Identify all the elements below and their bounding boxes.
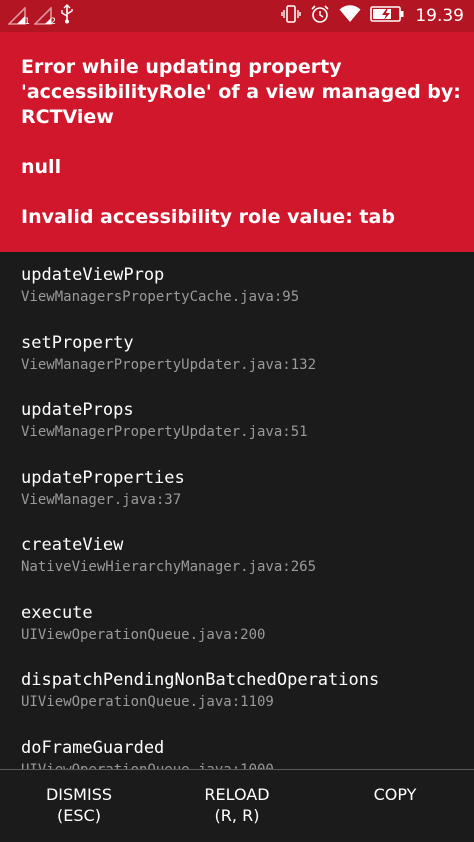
stack-frame-method: updateProps [21,400,134,420]
stack-frame[interactable]: updateViewProp ViewManagersPropertyCache… [21,264,299,308]
dismiss-button-shortcut: (ESC) [57,806,101,825]
status-bar-right: 19.39 [281,4,464,28]
dismiss-button-label: DISMISS [45,785,113,804]
stack-frame[interactable]: dispatchPendingNonBatchedOperations UIVi… [21,669,379,713]
error-title-line-2: 'accessibilityRole' of a view managed by… [21,81,461,103]
alarm-icon [310,4,330,28]
reload-button[interactable]: RELOAD (R, R) [158,784,316,826]
vibrate-icon [281,4,302,28]
error-title-line-1: Error while updating property [21,56,342,78]
stack-frame-location: ViewManagersPropertyCache.java:95 [21,289,300,305]
stack-frame-method: doFrameGuarded [21,738,165,758]
signal-icon: 1 [8,7,30,27]
stack-frame-method: createView [21,535,124,555]
stack-frame-method: setProperty [21,333,134,353]
wifi-icon [339,5,361,27]
signal-icon: 2 [34,7,56,27]
stack-frame-location: ViewManager.java:37 [21,492,182,508]
usb-icon [60,4,74,28]
stack-frame-location: ViewManagerPropertyUpdater.java:51 [21,424,308,440]
status-bar-left: 1 2 [8,4,74,28]
stack-frame-method: execute [21,603,93,623]
dismiss-button[interactable]: DISMISS (ESC) [0,784,158,826]
copy-button-label: COPY [373,785,417,804]
error-header: Error while updating property 'accessibi… [0,32,474,252]
stack-frame[interactable]: createView NativeViewHierarchyManager.ja… [21,534,316,578]
copy-button[interactable]: COPY [316,784,474,805]
battery-charging-icon [370,6,404,26]
status-clock: 19.39 [415,6,464,26]
error-value: null [21,156,62,178]
stack-frame-location: NativeViewHierarchyManager.java:265 [21,559,317,575]
sim-1-label: 1 [24,17,30,27]
error-message: Invalid accessibility role value: tab [21,206,395,228]
reload-button-label: RELOAD [204,785,270,804]
stack-frame-location: ViewManagerPropertyUpdater.java:132 [21,357,317,373]
sim-2-label: 2 [50,17,56,27]
stack-frame[interactable]: doFrameGuarded UIViewOperationQueue.java… [21,737,274,769]
reload-button-shortcut: (R, R) [214,806,260,825]
stack-frame-method: updateViewProp [21,265,165,285]
stack-trace[interactable]: updateViewProp ViewManagersPropertyCache… [0,252,474,769]
stack-frame[interactable]: execute UIViewOperationQueue.java:200 [21,602,265,646]
stack-frame-method: updateProperties [21,468,185,488]
stack-frame[interactable]: updateProperties ViewManager.java:37 [21,467,185,511]
stack-frame[interactable]: updateProps ViewManagerPropertyUpdater.j… [21,399,308,443]
button-bar: DISMISS (ESC) RELOAD (R, R) COPY [0,769,474,842]
stack-frame-method: dispatchPendingNonBatchedOperations [21,670,380,690]
stack-frame-location: UIViewOperationQueue.java:1000 [21,759,274,769]
error-title-line-3: RCTView [21,106,114,128]
status-bar: 1 2 19.39 [0,0,474,32]
redbox-error-screen: 1 2 19.39 Error while updating property … [0,0,474,842]
stack-frame[interactable]: setProperty ViewManagerPropertyUpdater.j… [21,332,316,376]
stack-frame-location: UIViewOperationQueue.java:1109 [21,694,274,710]
stack-frame-location: UIViewOperationQueue.java:200 [21,627,266,643]
